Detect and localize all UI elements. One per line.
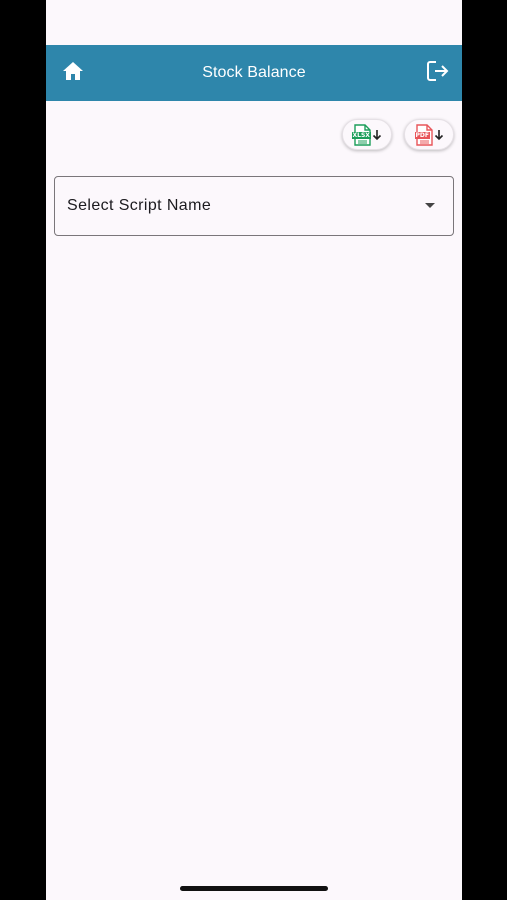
xlsx-file-icon: XLSX [351,123,371,146]
export-actions: XLSX PDF [342,119,454,150]
home-button[interactable] [62,61,84,85]
download-arrow-icon [372,129,381,140]
home-icon [63,61,83,85]
script-name-placeholder: Select Script Name [67,197,212,214]
app-bar: Stock Balance [46,45,462,101]
status-bar [46,0,462,45]
script-name-dropdown[interactable]: Select Script Name [54,176,454,236]
pdf-file-icon: PDF [414,123,433,146]
export-pdf-button[interactable]: PDF [404,119,454,150]
logout-button[interactable] [426,60,450,86]
export-excel-button[interactable]: XLSX [342,119,392,150]
download-arrow-icon [434,129,443,140]
app-screen: Stock Balance XLSX PDF Select Script Nam… [46,0,462,900]
home-indicator [180,886,328,891]
xlsx-badge: XLSX [351,131,371,139]
pdf-badge: PDF [414,131,430,139]
page-title: Stock Balance [202,64,306,81]
logout-icon [427,60,449,86]
dropdown-caret-icon [425,203,435,208]
